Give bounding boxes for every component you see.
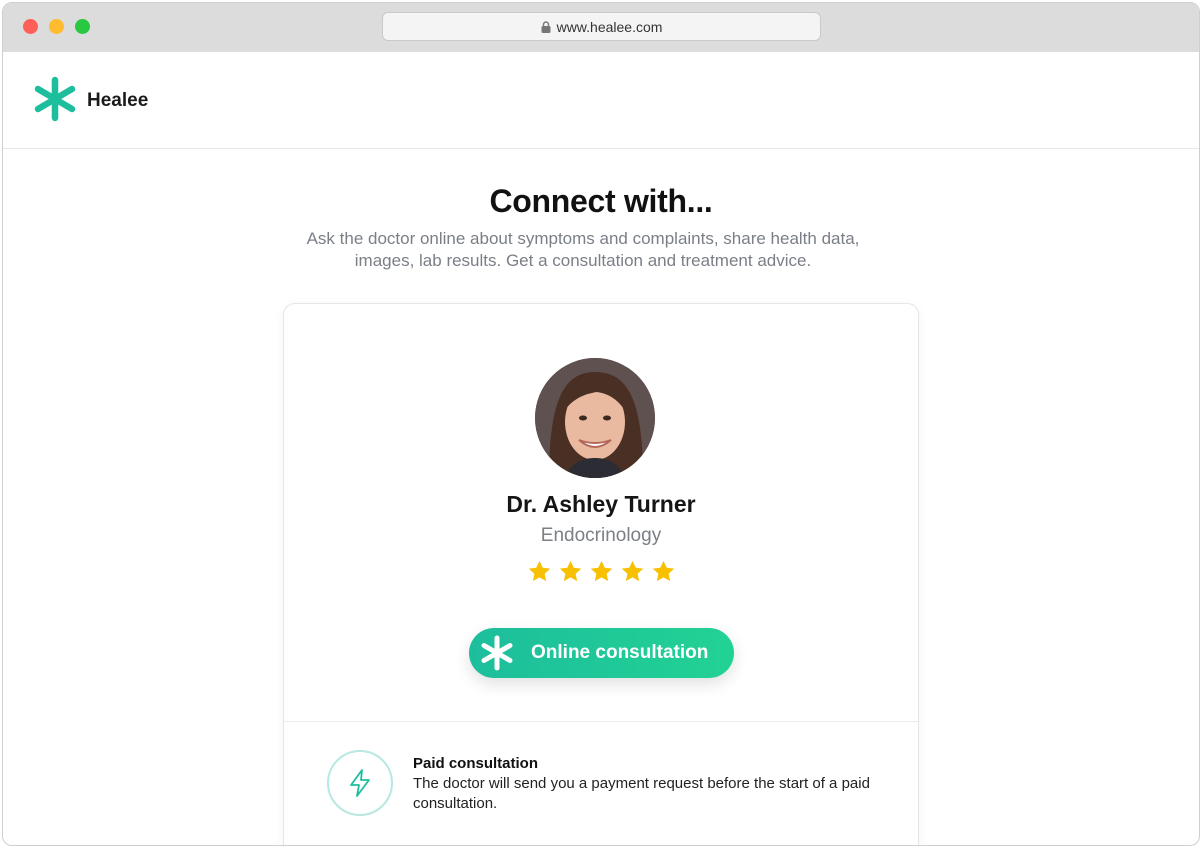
online-consultation-button[interactable]: Online consultation: [469, 628, 734, 678]
healee-logo-icon[interactable]: [33, 76, 77, 122]
doctor-name: Dr. Ashley Turner: [506, 491, 696, 517]
url-text: www.healee.com: [556, 18, 663, 35]
doctor-specialty: Endocrinology: [540, 525, 662, 546]
doctor-avatar: [535, 358, 655, 478]
minimize-window-button[interactable]: [49, 19, 64, 34]
browser-titlebar: www.healee.com: [3, 3, 1199, 52]
star-icon: [528, 560, 550, 582]
star-icon: [590, 560, 612, 582]
lightning-icon: [350, 769, 370, 797]
page-subtitle: Ask the doctor online about symptoms and…: [306, 229, 860, 270]
paid-consultation-title: Paid consultation: [413, 755, 539, 772]
paid-consultation-description: The doctor will send you a payment reque…: [413, 775, 870, 812]
card-divider: [284, 721, 918, 722]
doctor-rating: [284, 559, 918, 584]
close-window-button[interactable]: [23, 19, 38, 34]
page-title: Connect with...: [489, 183, 713, 219]
asterisk-icon: [481, 635, 513, 671]
lock-icon: [541, 20, 551, 33]
address-bar[interactable]: www.healee.com: [382, 12, 821, 41]
brand-name[interactable]: Healee: [87, 90, 148, 112]
doctor-card: Dr. Ashley Turner Endocrinology Online c…: [283, 303, 919, 845]
maximize-window-button[interactable]: [75, 19, 90, 34]
browser-window: www.healee.com Healee Connect with... As…: [2, 2, 1200, 846]
online-consultation-label: Online consultation: [531, 642, 709, 663]
star-icon: [559, 560, 581, 582]
paid-consultation-badge: [327, 750, 393, 816]
star-icon: [652, 560, 674, 582]
star-icon: [621, 560, 643, 582]
site-header: Healee: [3, 52, 1199, 149]
